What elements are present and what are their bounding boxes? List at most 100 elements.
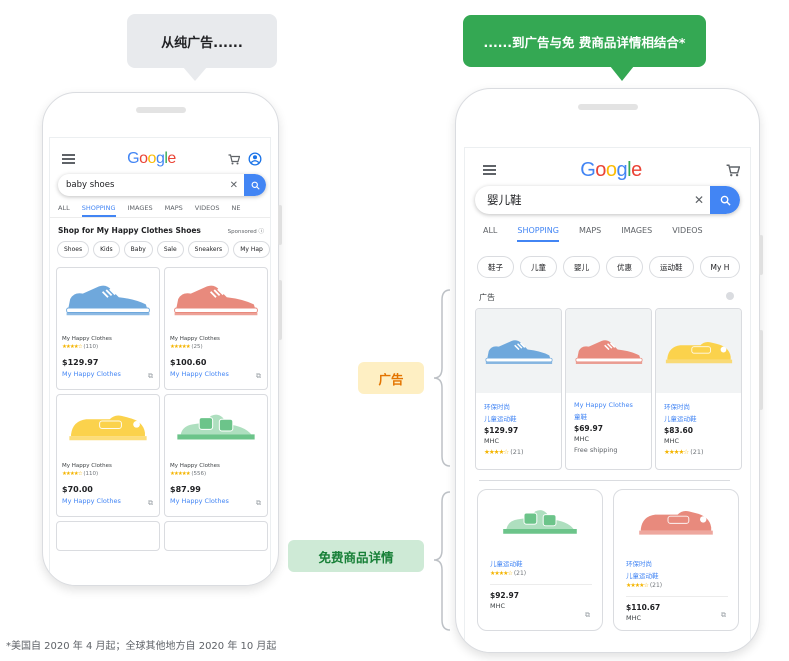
callout-bubble-before: 从纯广告...... bbox=[127, 14, 277, 81]
filter-chip[interactable]: Shoes bbox=[57, 241, 90, 258]
product-card[interactable]: 环保时尚 儿童运动鞋 $129.97 MHC ★★★★☆ (21) bbox=[475, 308, 562, 470]
external-link-icon[interactable]: ⧉ bbox=[148, 499, 153, 508]
product-image bbox=[165, 395, 267, 457]
filter-chip[interactable]: 婴儿 bbox=[563, 256, 600, 278]
product-rating: ★★★★☆ (110) bbox=[62, 344, 159, 350]
product-image bbox=[566, 309, 651, 393]
product-subtitle: 儿童运动鞋 bbox=[664, 415, 697, 423]
product-price: $70.00 bbox=[62, 485, 93, 494]
external-link-icon[interactable]: ⧉ bbox=[256, 372, 261, 381]
product-card[interactable]: My Happy Clothes ★★★★☆ (110) $70.00 My H… bbox=[56, 394, 160, 517]
sponsored-label[interactable]: Sponsored ⓘ bbox=[228, 227, 264, 235]
product-card[interactable]: My Happy Clothes 童鞋 $69.97 MHC Free ship… bbox=[565, 308, 652, 470]
search-input[interactable]: 婴儿鞋 bbox=[487, 192, 688, 208]
product-rating: ★★★★☆ (21) bbox=[664, 448, 741, 456]
tab-shopping[interactable]: SHOPPING bbox=[81, 202, 116, 217]
filter-chip[interactable]: My H bbox=[699, 256, 741, 278]
product-title: 环保时尚 bbox=[664, 403, 690, 411]
filter-chip[interactable]: Sneakers bbox=[187, 241, 230, 258]
product-price: $87.99 bbox=[170, 485, 201, 494]
shopping-ad-title: Shop for My Happy Clothes Shoes bbox=[58, 226, 201, 235]
filter-chip[interactable]: Sale bbox=[156, 241, 184, 258]
filter-chips: 鞋子 儿童 婴儿 优惠 运动鞋 My H bbox=[465, 242, 750, 278]
search-button[interactable] bbox=[710, 186, 740, 214]
merchant-name: MHC bbox=[490, 602, 506, 610]
free-listings-label: 免费商品详情 bbox=[288, 540, 424, 572]
shopping-cart-icon[interactable] bbox=[228, 153, 240, 165]
search-tabs: ALL SHOPPING IMAGES MAPS VIDEOS NE bbox=[50, 202, 270, 218]
filter-chip[interactable]: 鞋子 bbox=[477, 256, 514, 278]
merchant-link[interactable]: My Happy Clothes bbox=[170, 497, 267, 505]
account-icon[interactable] bbox=[248, 152, 262, 166]
filter-chip[interactable]: My Hap bbox=[233, 241, 270, 258]
search-input[interactable]: baby shoes bbox=[66, 180, 224, 190]
external-link-icon[interactable]: ⧉ bbox=[256, 499, 261, 508]
product-card[interactable]: My Happy Clothes ★★★★★ (25) $100.60 My H… bbox=[164, 267, 268, 390]
phone-after: Google 婴儿鞋 ✕ ALL SHOPPING MAPS IMAGES VI… bbox=[455, 88, 760, 653]
phone-speaker bbox=[135, 107, 186, 113]
tab-all[interactable]: ALL bbox=[58, 202, 70, 217]
tab-shopping[interactable]: SHOPPING bbox=[517, 222, 559, 242]
product-card[interactable]: My Happy Clothes ★★★★☆ (110) $129.97 My … bbox=[56, 267, 160, 390]
app-header: Google bbox=[465, 148, 750, 182]
external-link-icon[interactable]: ⧉ bbox=[585, 611, 590, 620]
filter-chip[interactable]: Baby bbox=[123, 241, 153, 258]
filter-chip[interactable]: 运动鞋 bbox=[649, 256, 694, 278]
hamburger-menu-icon[interactable] bbox=[483, 163, 496, 177]
free-listings-bracket bbox=[433, 491, 451, 631]
tab-images[interactable]: IMAGES bbox=[621, 222, 652, 242]
shipping-info: Free shipping bbox=[574, 446, 618, 454]
merchant-link[interactable]: My Happy Clothes bbox=[62, 497, 159, 505]
tab-images[interactable]: IMAGES bbox=[128, 202, 153, 217]
tab-news[interactable]: NE bbox=[231, 202, 240, 217]
product-ad-grid: 环保时尚 儿童运动鞋 $129.97 MHC ★★★★☆ (21) My Hap… bbox=[465, 308, 750, 470]
product-card[interactable]: 环保时尚 儿童运动鞋 $83.60 MHC ★★★★☆ (21) bbox=[655, 308, 742, 470]
external-link-icon[interactable]: ⧉ bbox=[721, 611, 726, 620]
external-link-icon[interactable]: ⧉ bbox=[148, 372, 153, 381]
red-sneaker-icon bbox=[573, 336, 645, 366]
shopping-ad-header: Shop for My Happy Clothes Shoes Sponsore… bbox=[50, 218, 270, 235]
filter-chip[interactable]: Kids bbox=[93, 241, 120, 258]
tab-maps[interactable]: MAPS bbox=[579, 222, 601, 242]
product-subtitle: 童鞋 bbox=[574, 413, 587, 421]
product-card-partial[interactable] bbox=[164, 521, 268, 551]
star-rating: ★★★★☆ bbox=[664, 448, 689, 456]
tab-maps[interactable]: MAPS bbox=[165, 202, 183, 217]
card-divider bbox=[490, 584, 592, 585]
tab-videos[interactable]: VIDEOS bbox=[672, 222, 702, 242]
search-icon bbox=[720, 195, 731, 206]
merchant-link[interactable]: My Happy Clothes bbox=[170, 370, 267, 378]
phone-side-button bbox=[278, 205, 282, 245]
product-subtitle: 儿童运动鞋 bbox=[484, 415, 517, 423]
filter-chip[interactable]: 优惠 bbox=[606, 256, 643, 278]
info-icon[interactable] bbox=[726, 292, 734, 300]
product-price: $129.97 bbox=[484, 426, 519, 435]
tab-videos[interactable]: VIDEOS bbox=[195, 202, 220, 217]
review-count: (110) bbox=[83, 344, 99, 350]
review-count: (110) bbox=[83, 471, 99, 477]
star-rating: ★★★★★ bbox=[170, 471, 191, 477]
review-count: (21) bbox=[690, 448, 704, 456]
free-listing-card[interactable]: 环保时尚 儿童运动鞋 ★★★★☆ (21) $110.67 MHC ⧉ bbox=[613, 489, 739, 631]
star-rating: ★★★★☆ bbox=[490, 570, 513, 577]
merchant-link[interactable]: My Happy Clothes bbox=[62, 370, 159, 378]
product-card[interactable]: My Happy Clothes ★★★★★ (556) $87.99 My H… bbox=[164, 394, 268, 517]
callout-before-text: 从纯广告...... bbox=[161, 35, 243, 51]
search-tabs: ALL SHOPPING MAPS IMAGES VIDEOS bbox=[465, 222, 750, 242]
product-name: My Happy Clothes bbox=[62, 463, 112, 469]
green-sandal-icon bbox=[500, 505, 580, 537]
filter-chip[interactable]: 儿童 bbox=[520, 256, 557, 278]
product-price: $83.60 bbox=[664, 426, 693, 435]
tab-all[interactable]: ALL bbox=[483, 222, 497, 242]
product-card-partial[interactable] bbox=[56, 521, 160, 551]
clear-search-icon[interactable]: ✕ bbox=[224, 180, 244, 191]
clear-search-icon[interactable]: ✕ bbox=[688, 193, 710, 207]
hamburger-menu-icon[interactable] bbox=[62, 152, 75, 166]
free-listing-card[interactable]: 儿童运动鞋 ★★★★☆ (21) $92.97 MHC ⧉ bbox=[477, 489, 603, 631]
product-image bbox=[165, 268, 267, 330]
shopping-cart-icon[interactable] bbox=[726, 164, 740, 177]
review-count: (21) bbox=[510, 448, 524, 456]
review-count: (21) bbox=[513, 570, 527, 577]
search-button[interactable] bbox=[244, 174, 266, 196]
red-shoe-icon bbox=[636, 505, 716, 537]
